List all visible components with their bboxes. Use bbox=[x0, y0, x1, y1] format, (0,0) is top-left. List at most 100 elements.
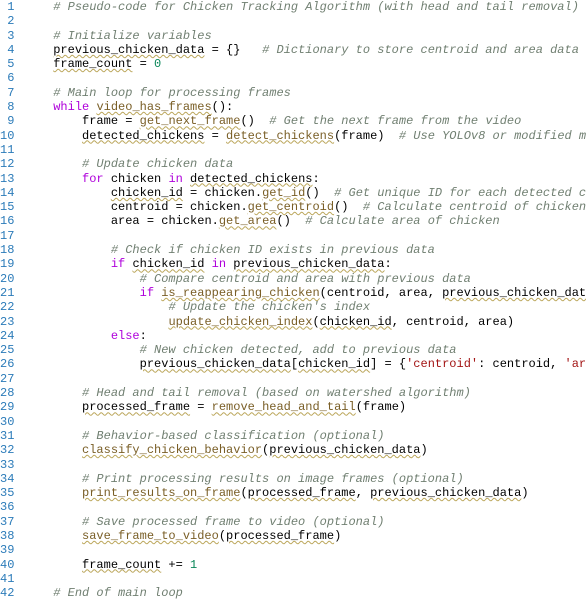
code-line: while video_has_frames(): bbox=[24, 100, 586, 114]
code-line: classify_chicken_behavior(previous_chick… bbox=[24, 443, 586, 457]
line-number: 24 bbox=[0, 329, 14, 343]
line-number: 30 bbox=[0, 415, 14, 429]
token-identwavy: processed_frame bbox=[82, 400, 190, 414]
token-plain bbox=[24, 329, 110, 343]
code-line bbox=[24, 14, 586, 28]
token-string: 'centroid' bbox=[406, 357, 478, 371]
token-plain: ( bbox=[240, 486, 247, 500]
line-number: 1 bbox=[0, 0, 14, 14]
token-identwavy: processed_frame bbox=[226, 529, 334, 543]
code-line: # New chicken detected, add to previous … bbox=[24, 343, 586, 357]
code-line: previous_chicken_data = {} # Dictionary … bbox=[24, 43, 586, 57]
token-fnwavy: video_has_frames bbox=[96, 100, 211, 114]
code-line bbox=[24, 71, 586, 85]
token-comment: # Head and tail removal (based on waters… bbox=[82, 386, 471, 400]
token-plain bbox=[24, 515, 82, 529]
token-plain: [ bbox=[291, 357, 298, 371]
line-number: 15 bbox=[0, 200, 14, 214]
token-plain bbox=[24, 472, 82, 486]
token-fnwavy: get_centroid bbox=[248, 200, 334, 214]
code-line: # Save processed frame to video (optiona… bbox=[24, 515, 586, 529]
code-line: # Print processing results on image fram… bbox=[24, 472, 586, 486]
line-number: 21 bbox=[0, 286, 14, 300]
token-kwflow: else bbox=[111, 329, 140, 343]
code-line bbox=[24, 500, 586, 514]
token-comment: # Print processing results on image fram… bbox=[82, 472, 464, 486]
line-number: 12 bbox=[0, 157, 14, 171]
code-line: update_chicken_index(chicken_id, centroi… bbox=[24, 315, 586, 329]
token-plain: () bbox=[334, 200, 363, 214]
token-ident: area bbox=[111, 214, 140, 228]
line-number: 35 bbox=[0, 486, 14, 500]
token-plain: = bbox=[132, 57, 154, 71]
token-plain bbox=[24, 114, 82, 128]
code-line: # End of main loop bbox=[24, 586, 586, 600]
token-plain: += bbox=[161, 558, 190, 572]
token-comment: # Behavior-based classification (optiona… bbox=[82, 429, 384, 443]
code-line: else: bbox=[24, 329, 586, 343]
token-plain bbox=[24, 57, 53, 71]
line-number: 3 bbox=[0, 29, 14, 43]
token-plain: = bbox=[118, 114, 140, 128]
token-plain: = chicken. bbox=[183, 186, 262, 200]
code-line bbox=[24, 415, 586, 429]
token-comment: # Update the chicken's index bbox=[168, 300, 370, 314]
line-number: 11 bbox=[0, 143, 14, 157]
token-comment: # End of main loop bbox=[53, 586, 183, 600]
line-number: 10 bbox=[0, 129, 14, 143]
line-number: 23 bbox=[0, 315, 14, 329]
line-number: 5 bbox=[0, 57, 14, 71]
line-number: 38 bbox=[0, 529, 14, 543]
token-plain: () bbox=[240, 114, 269, 128]
token-plain bbox=[24, 357, 139, 371]
code-line: detected_chickens = detect_chickens(fram… bbox=[24, 129, 586, 143]
code-line: # Pseudo-code for Chicken Tracking Algor… bbox=[24, 0, 586, 14]
line-number: 28 bbox=[0, 386, 14, 400]
token-comment: # New chicken detected, add to previous … bbox=[140, 343, 457, 357]
token-plain: = chicken. bbox=[140, 214, 219, 228]
line-number: 17 bbox=[0, 229, 14, 243]
token-plain bbox=[183, 172, 190, 186]
token-plain bbox=[24, 486, 82, 500]
line-number: 34 bbox=[0, 472, 14, 486]
line-number: 27 bbox=[0, 372, 14, 386]
code-line: area = chicken.get_area() # Calculate ar… bbox=[24, 214, 586, 228]
line-number: 8 bbox=[0, 100, 14, 114]
token-plain: = bbox=[204, 129, 226, 143]
token-plain bbox=[24, 200, 110, 214]
token-plain: : bbox=[140, 329, 147, 343]
line-number: 31 bbox=[0, 429, 14, 443]
code-line: chicken_id = chicken.get_id() # Get uniq… bbox=[24, 186, 586, 200]
token-plain bbox=[24, 214, 110, 228]
token-plain bbox=[24, 129, 82, 143]
code-area: # Pseudo-code for Chicken Tracking Algor… bbox=[24, 0, 586, 600]
token-plain: = bbox=[190, 400, 212, 414]
token-plain bbox=[24, 0, 53, 14]
line-number: 6 bbox=[0, 71, 14, 85]
line-number: 25 bbox=[0, 343, 14, 357]
line-number: 14 bbox=[0, 186, 14, 200]
token-plain: () bbox=[276, 214, 305, 228]
token-comment: # Calculate area of chicken bbox=[305, 214, 499, 228]
token-string: 'area' bbox=[565, 357, 586, 371]
token-comment: # Main loop for processing frames bbox=[53, 86, 291, 100]
line-number: 7 bbox=[0, 86, 14, 100]
token-identwavy: previous_chicken_data bbox=[370, 486, 521, 500]
token-plain bbox=[24, 400, 82, 414]
token-kwflow: if bbox=[111, 257, 125, 271]
token-comment: # Pseudo-code for Chicken Tracking Algor… bbox=[53, 0, 579, 14]
line-number: 4 bbox=[0, 43, 14, 57]
token-comment: # Save processed frame to video (optiona… bbox=[82, 515, 384, 529]
token-identwavy: detected_chickens bbox=[190, 172, 312, 186]
token-fnwavy: print_results_on_frame bbox=[82, 486, 240, 500]
line-number: 20 bbox=[0, 272, 14, 286]
token-plain bbox=[24, 429, 82, 443]
token-plain bbox=[24, 186, 110, 200]
token-fnwavy: remove_head_and_tail bbox=[212, 400, 356, 414]
token-plain bbox=[24, 272, 139, 286]
code-line: processed_frame = remove_head_and_tail(f… bbox=[24, 400, 586, 414]
token-identwavy: detected_chickens bbox=[82, 129, 204, 143]
token-plain bbox=[24, 243, 110, 257]
code-line: # Update the chicken's index bbox=[24, 300, 586, 314]
token-plain: (): bbox=[212, 100, 234, 114]
